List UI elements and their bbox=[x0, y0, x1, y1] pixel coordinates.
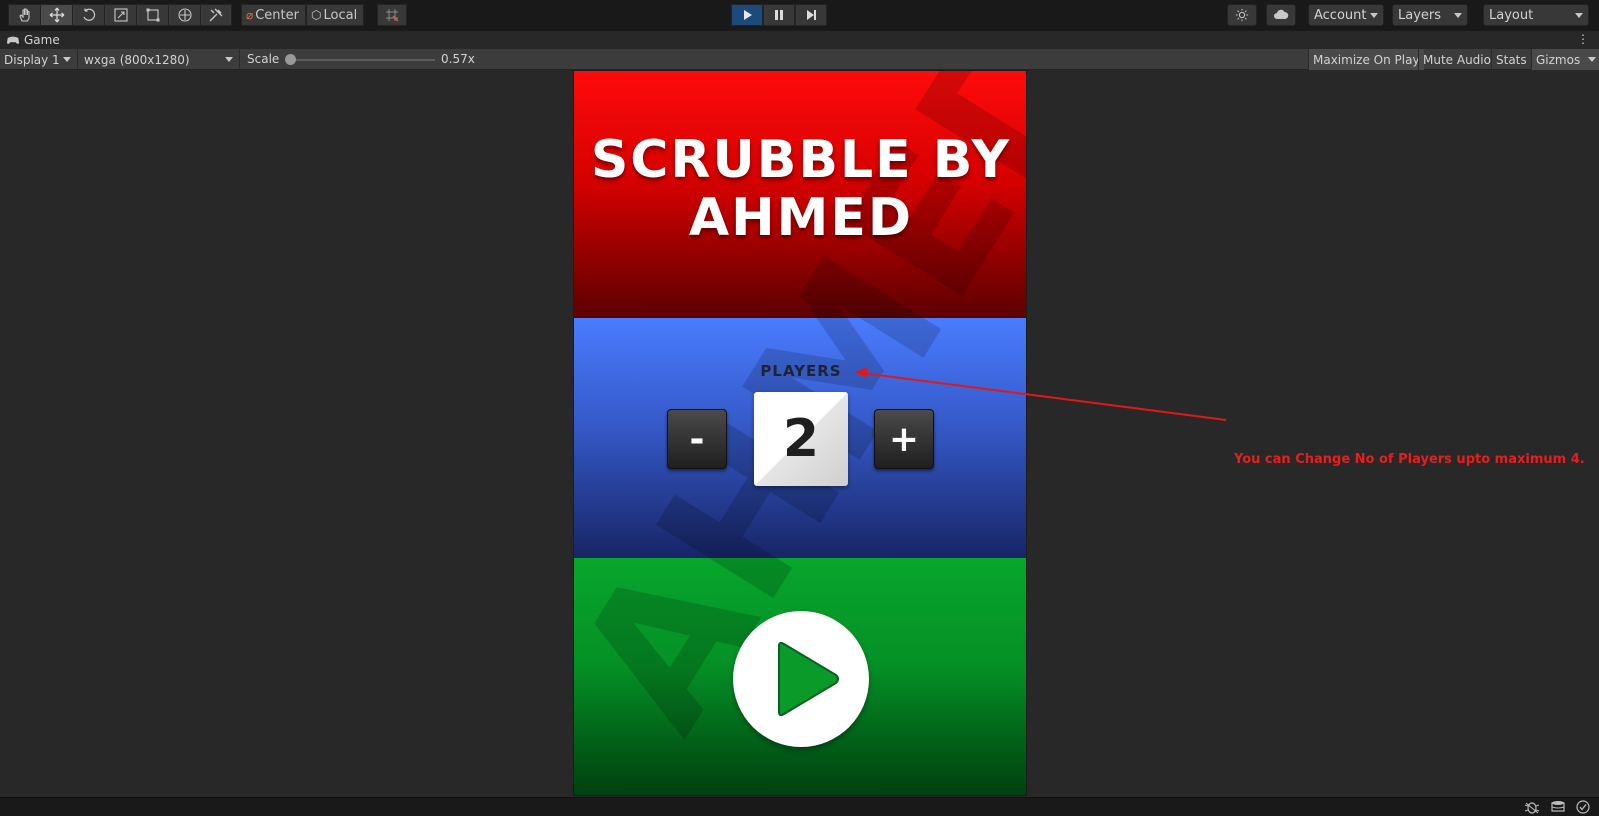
debug-bug-icon[interactable] bbox=[1524, 800, 1540, 814]
check-circle-icon[interactable] bbox=[1575, 800, 1591, 814]
decrement-players-button[interactable]: - bbox=[667, 409, 727, 469]
chevron-down-icon bbox=[1575, 13, 1583, 18]
gizmos-label: Gizmos bbox=[1536, 52, 1581, 67]
pivot-local-button[interactable]: ⬡ Local bbox=[306, 4, 365, 26]
title-line-1: SCRUBBLE BY bbox=[590, 130, 1012, 190]
rotate-tool-button[interactable] bbox=[72, 4, 104, 26]
game-screen: AHMED SCRUBBLE BY AHMED PLAYERS - 2 + bbox=[573, 70, 1027, 796]
stats-toggle[interactable]: Stats bbox=[1491, 49, 1531, 70]
rect-tool-button[interactable] bbox=[136, 4, 168, 26]
resolution-dropdown[interactable]: wxga (800x1280) bbox=[80, 49, 240, 70]
play-icon bbox=[744, 10, 752, 20]
display-dropdown[interactable]: Display 1 bbox=[0, 49, 78, 70]
transform-icon bbox=[177, 8, 192, 22]
sun-gear-icon bbox=[1235, 8, 1249, 22]
chevron-down-icon bbox=[1588, 57, 1596, 62]
transform-tools bbox=[8, 4, 232, 26]
chevron-down-icon bbox=[63, 57, 71, 62]
scale-label: Scale bbox=[247, 52, 280, 66]
title-line-2: AHMED bbox=[688, 188, 914, 248]
players-label: PLAYERS bbox=[760, 362, 842, 380]
scale-slider-track[interactable] bbox=[289, 59, 435, 61]
services-button[interactable] bbox=[1227, 4, 1257, 26]
local-cube-icon: ⬡ bbox=[311, 8, 322, 22]
annotation-note: You can Change No of Players upto maximu… bbox=[1234, 452, 1585, 467]
move-tool-button[interactable] bbox=[40, 4, 72, 26]
play-game-button[interactable] bbox=[733, 611, 869, 747]
scale-icon bbox=[113, 8, 128, 22]
rect-icon bbox=[146, 8, 159, 22]
account-label: Account bbox=[1314, 7, 1367, 23]
status-bar bbox=[0, 797, 1599, 816]
chevron-down-icon bbox=[1370, 13, 1378, 18]
scale-slider-handle[interactable] bbox=[285, 54, 296, 65]
cloud-button[interactable] bbox=[1266, 4, 1296, 26]
player-count-display: 2 bbox=[754, 392, 848, 486]
chevron-down-icon bbox=[225, 57, 233, 62]
tab-game[interactable]: Game bbox=[6, 33, 60, 47]
layout-label: Layout bbox=[1489, 7, 1534, 23]
pivot-center-button[interactable]: ⌀ Center bbox=[241, 4, 306, 26]
hand-tool-button[interactable] bbox=[8, 4, 40, 26]
pause-button[interactable] bbox=[763, 4, 795, 26]
mute-audio-toggle[interactable]: Mute Audio bbox=[1418, 49, 1495, 70]
grid-snap-icon bbox=[386, 9, 399, 22]
pivot-local-label: Local bbox=[323, 7, 358, 23]
resolution-label: wxga (800x1280) bbox=[84, 52, 190, 67]
maximize-on-play-label: Maximize On Play bbox=[1313, 52, 1420, 67]
game-view-controls: Display 1 wxga (800x1280) Scale 0.57x Ma… bbox=[0, 49, 1599, 70]
pivot-center-icon: ⌀ bbox=[246, 8, 254, 22]
layers-label: Layers bbox=[1398, 7, 1442, 23]
increment-players-button[interactable]: + bbox=[874, 409, 934, 469]
scale-tool-button[interactable] bbox=[104, 4, 136, 26]
more-options-icon[interactable]: ⋮ bbox=[1577, 32, 1589, 46]
database-icon[interactable] bbox=[1550, 800, 1566, 814]
pivot-center-label: Center bbox=[255, 7, 299, 23]
maximize-on-play-toggle[interactable]: Maximize On Play bbox=[1308, 49, 1424, 70]
mute-audio-label: Mute Audio bbox=[1423, 52, 1491, 67]
step-icon bbox=[807, 10, 816, 20]
game-title: SCRUBBLE BY AHMED bbox=[574, 130, 1026, 248]
transform-tool-button[interactable] bbox=[168, 4, 200, 26]
chevron-down-icon bbox=[1454, 13, 1462, 18]
play-button[interactable] bbox=[731, 4, 763, 26]
hand-icon bbox=[18, 8, 30, 22]
layers-dropdown[interactable]: Layers bbox=[1392, 4, 1468, 26]
custom-tool-button[interactable] bbox=[200, 4, 232, 26]
stats-label: Stats bbox=[1496, 52, 1527, 67]
step-button[interactable] bbox=[795, 4, 827, 26]
cloud-icon bbox=[1274, 9, 1289, 19]
move-icon bbox=[49, 7, 64, 23]
pause-icon bbox=[775, 10, 783, 20]
scale-value: 0.57x bbox=[441, 52, 475, 66]
game-tab-bar: Game ⋮ bbox=[0, 30, 1599, 49]
gamepad-icon bbox=[6, 36, 20, 44]
play-triangle-icon bbox=[778, 641, 839, 717]
display-label: Display 1 bbox=[4, 52, 60, 67]
grid-snap-button[interactable] bbox=[377, 4, 407, 26]
playmode-controls bbox=[731, 4, 827, 26]
tab-game-label: Game bbox=[24, 33, 60, 47]
pivot-toggles: ⌀ Center ⬡ Local bbox=[241, 4, 365, 26]
account-dropdown[interactable]: Account bbox=[1308, 4, 1384, 26]
layout-dropdown[interactable]: Layout bbox=[1483, 4, 1589, 26]
snap-group bbox=[377, 4, 407, 26]
main-toolbar: ⌀ Center ⬡ Local Account Layers Layout bbox=[0, 0, 1599, 30]
tools-icon bbox=[209, 8, 223, 22]
rotate-icon bbox=[82, 8, 95, 21]
gizmos-dropdown[interactable]: Gizmos bbox=[1531, 49, 1599, 70]
